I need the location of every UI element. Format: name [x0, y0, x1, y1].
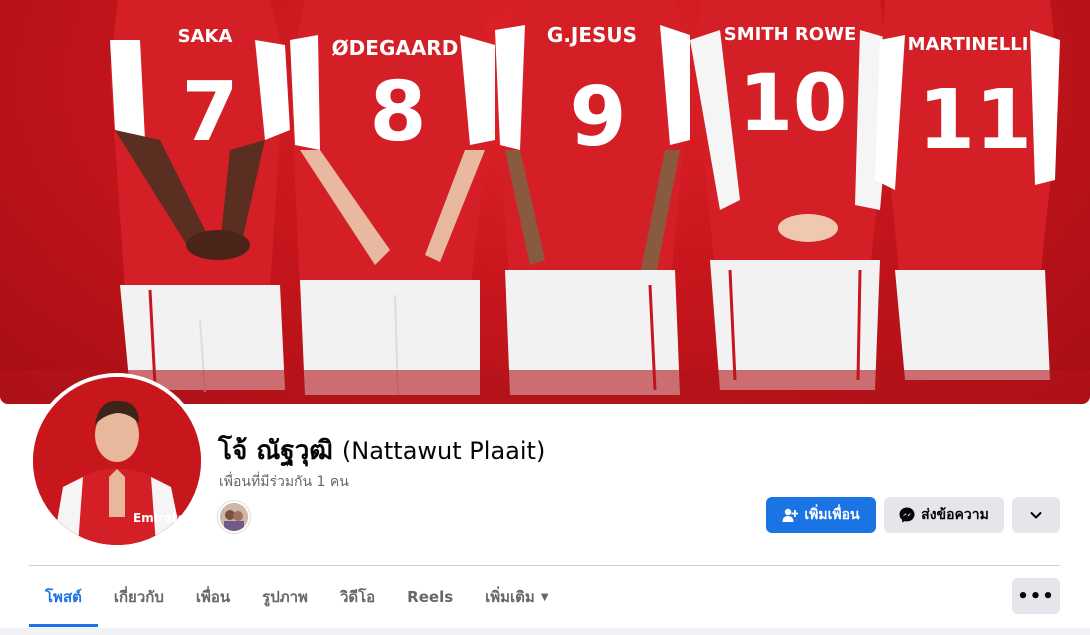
add-user-icon: [782, 508, 799, 522]
mutual-friends-count[interactable]: เพื่อนที่มีร่วมกัน 1 คน: [219, 471, 349, 493]
tab-about[interactable]: เกี่ยวกับ: [98, 567, 180, 627]
cover-name-martinelli: MARTINELLI: [908, 34, 1029, 55]
cover-number-saka: 7: [181, 65, 238, 160]
message-button[interactable]: ส่งข้อความ: [884, 497, 1004, 533]
profile-tabs: โพสต์ เกี่ยวกับ เพื่อน รูปภาพ วิดีโอ Ree…: [29, 567, 565, 627]
feed-background: [0, 628, 1090, 635]
tab-more[interactable]: เพิ่มเติม ▼: [469, 567, 564, 627]
tab-videos[interactable]: วิดีโอ: [324, 567, 391, 627]
mutual-friend-avatar[interactable]: [218, 501, 250, 533]
add-friend-label: เพิ่มเพื่อน: [804, 507, 860, 523]
cover-photo[interactable]: SAKA 7 ØDEGAARD 8 G.JESUS 9 SMITH ROWE 1…: [0, 0, 1090, 404]
cover-name-smith-rowe: SMITH ROWE: [724, 24, 857, 45]
player-saka: SAKA 7: [110, 0, 290, 393]
cover-illustration: SAKA 7 ØDEGAARD 8 G.JESUS 9 SMITH ROWE 1…: [0, 0, 1090, 404]
player-martinelli: MARTINELLI 11: [875, 0, 1060, 380]
cover-name-jesus: G.JESUS: [547, 23, 637, 47]
cover-number-jesus: 9: [569, 70, 626, 165]
cover-number-odegaard: 8: [369, 65, 426, 160]
profile-name-primary: โจ้ ณัฐวุฒิ: [218, 436, 333, 466]
cover-number-smith-rowe: 10: [739, 59, 848, 149]
messenger-icon: [899, 507, 915, 523]
profile-avatar[interactable]: Emirates: [29, 373, 205, 549]
tab-photos-label: รูปภาพ: [262, 588, 308, 606]
tab-posts[interactable]: โพสต์: [29, 567, 98, 627]
player-jesus: G.JESUS 9: [495, 0, 690, 395]
header-divider: [29, 565, 1060, 566]
cover-number-martinelli: 11: [918, 73, 1032, 168]
profile-name: โจ้ ณัฐวุฒิ (Nattawut Plaait): [218, 430, 545, 471]
cover-name-saka: SAKA: [178, 26, 233, 47]
tab-friends-label: เพื่อน: [195, 588, 231, 606]
tab-posts-label: โพสต์: [45, 588, 82, 606]
tab-about-label: เกี่ยวกับ: [113, 588, 164, 606]
tab-more-label: เพิ่มเติม: [485, 588, 535, 606]
tab-reels-label: Reels: [407, 588, 454, 606]
add-friend-button[interactable]: เพิ่มเพื่อน: [766, 497, 876, 533]
avatar-shirt-text: Emirates: [133, 511, 193, 525]
caret-down-icon: ▼: [540, 591, 549, 603]
more-actions-button[interactable]: [1012, 497, 1060, 533]
profile-page: SAKA 7 ØDEGAARD 8 G.JESUS 9 SMITH ROWE 1…: [0, 0, 1090, 635]
player-smith-rowe: SMITH ROWE 10: [690, 0, 895, 390]
avatar-photo: Emirates: [33, 377, 201, 545]
chevron-down-icon: [1030, 512, 1042, 519]
more-options-button[interactable]: •••: [1012, 578, 1060, 614]
cover-name-odegaard: ØDEGAARD: [332, 36, 459, 60]
tab-videos-label: วิดีโอ: [339, 588, 376, 606]
tab-photos[interactable]: รูปภาพ: [246, 567, 324, 627]
player-odegaard: ØDEGAARD 8: [290, 0, 495, 396]
profile-name-alt: (Nattawut Plaait): [341, 437, 546, 465]
tab-reels[interactable]: Reels: [391, 567, 469, 627]
tab-friends[interactable]: เพื่อน: [180, 567, 246, 627]
message-label: ส่งข้อความ: [921, 507, 989, 523]
ellipsis-icon: •••: [1017, 585, 1055, 607]
